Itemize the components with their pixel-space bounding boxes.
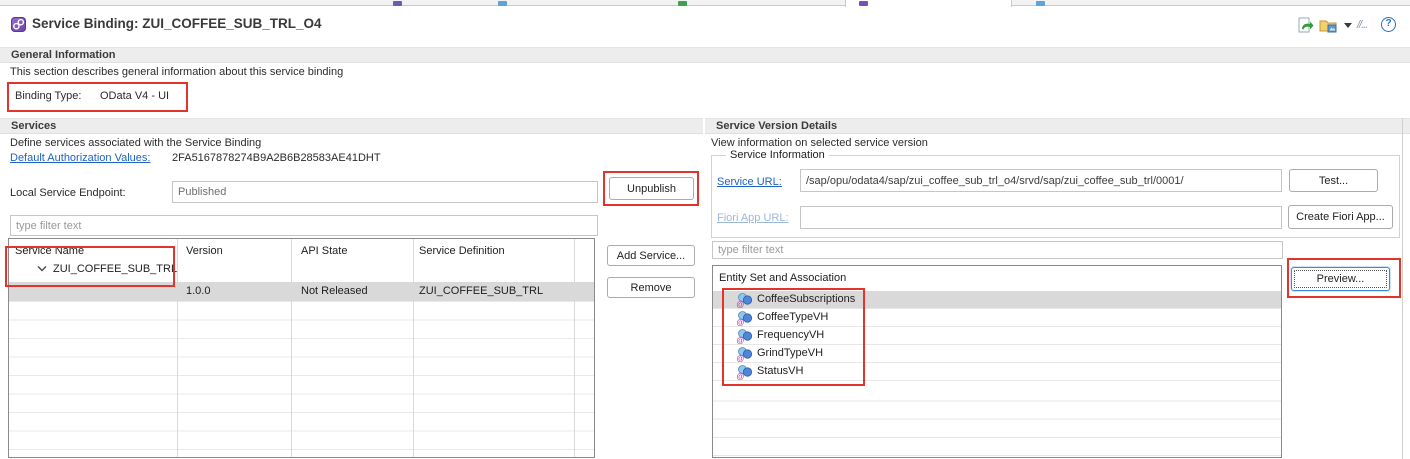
column-header-api-state[interactable]: API State (301, 245, 347, 257)
editor-tab-bar (0, 0, 1410, 6)
service-information-legend: Service Information (726, 149, 829, 161)
entity-set-icon: @ (736, 364, 753, 383)
unpublish-button[interactable]: Unpublish (609, 177, 694, 200)
entity-set-list: Entity Set and Association @ CoffeeSubsc… (712, 265, 1282, 458)
entity-row[interactable]: @ CoffeeTypeVH (713, 309, 1281, 327)
service-binding-icon (11, 17, 26, 32)
editor-tab-icon (859, 1, 868, 6)
service-version-details-description: View information on selected service ver… (711, 137, 928, 149)
api-state-cell[interactable]: Not Released (301, 285, 368, 297)
activate-icon[interactable] (1298, 17, 1314, 34)
binding-type-value: OData V4 - UI (100, 90, 170, 102)
dropdown-caret-icon[interactable] (1344, 23, 1352, 28)
add-service-button[interactable]: Add Service... (607, 245, 695, 266)
entity-filter-input[interactable] (712, 241, 1283, 259)
create-fiori-app-button[interactable]: Create Fiori App... (1288, 205, 1393, 229)
service-definition-cell[interactable]: ZUI_COFFEE_SUB_TRL (419, 285, 543, 297)
service-name-tree-item[interactable]: ZUI_COFFEE_SUB_TRL (53, 263, 177, 275)
service-url-link[interactable]: Service URL: (717, 176, 782, 188)
fiori-app-url-link: Fiori App URL: (717, 212, 789, 224)
fiori-app-url-field[interactable] (800, 206, 1282, 229)
svg-text:@: @ (737, 318, 745, 326)
services-filter-input[interactable] (10, 215, 598, 236)
local-service-endpoint-field[interactable] (172, 181, 598, 203)
service-url-field[interactable] (800, 169, 1282, 192)
help-icon[interactable]: ? (1381, 17, 1396, 32)
version-cell[interactable]: 1.0.0 (186, 285, 210, 297)
column-header-service-definition[interactable]: Service Definition (419, 245, 505, 257)
empty-table-rows (9, 301, 594, 457)
test-button[interactable]: Test... (1289, 169, 1378, 192)
entity-row[interactable]: @ CoffeeSubscriptions (713, 291, 1281, 309)
services-table: Service Name Version API State Service D… (8, 238, 595, 458)
editor-tab-icon[interactable] (678, 1, 687, 6)
page-title: Service Binding: ZUI_COFFEE_SUB_TRL_O4 (32, 16, 322, 31)
local-service-endpoint-label: Local Service Endpoint: (10, 187, 126, 199)
service-version-details-header: Service Version Details (705, 118, 1410, 134)
active-editor-tab[interactable] (845, 0, 1012, 7)
adt-service-binding-editor: Service Binding: ZUI_COFFEE_SUB_TRL_O4 /… (0, 0, 1410, 459)
svg-text:@: @ (737, 372, 745, 380)
preview-button[interactable]: Preview... (1291, 267, 1390, 291)
default-authorization-values-link[interactable]: Default Authorization Values: (10, 152, 150, 164)
general-information-description: This section describes general informati… (10, 66, 344, 78)
open-folder-icon[interactable] (1319, 17, 1338, 34)
column-header-version[interactable]: Version (186, 245, 223, 257)
empty-list-rows (713, 383, 1281, 457)
form-right-edge (1402, 118, 1403, 459)
editor-tab-icon[interactable] (498, 1, 507, 6)
services-description: Define services associated with the Serv… (10, 137, 262, 149)
svg-text:@: @ (737, 354, 745, 362)
services-section-header: Services (0, 118, 703, 134)
entity-row[interactable]: @ FrequencyVH (713, 327, 1281, 345)
svg-text:@: @ (737, 300, 745, 308)
remove-button[interactable]: Remove (607, 277, 695, 298)
editor-tab-icon[interactable] (393, 1, 402, 6)
slashes-more-icon[interactable]: //... (1357, 19, 1368, 36)
entity-row[interactable]: @ GrindTypeVH (713, 345, 1281, 363)
binding-type-label: Binding Type: (15, 90, 82, 102)
column-header-service-name[interactable]: Service Name (15, 245, 84, 257)
svg-text:@: @ (737, 336, 745, 344)
default-authorization-value: 2FA5167878274B9A2B6B28583AE41DHT (172, 152, 381, 164)
editor-tab-icon[interactable] (1036, 1, 1045, 6)
tree-expander-icon[interactable] (37, 263, 47, 275)
entity-row[interactable]: @ StatusVH (713, 363, 1281, 381)
general-information-header: General Information (0, 47, 1410, 63)
entity-list-header: Entity Set and Association (719, 272, 847, 284)
